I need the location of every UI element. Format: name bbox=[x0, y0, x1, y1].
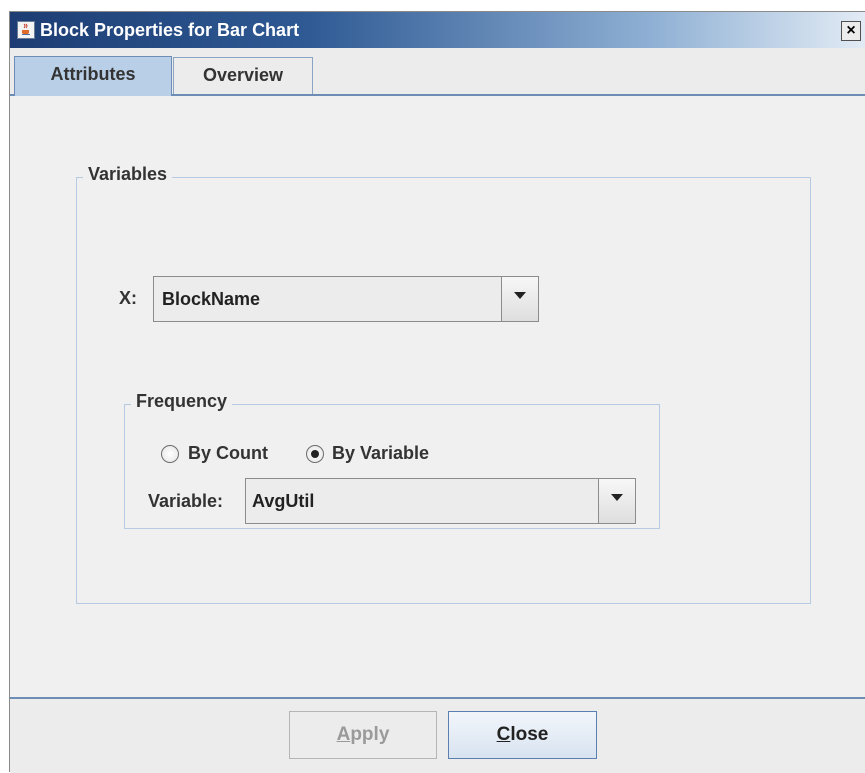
window-title: Block Properties for Bar Chart bbox=[40, 20, 300, 40]
title-bar[interactable]: Block Properties for Bar Chart × bbox=[10, 12, 865, 48]
java-coffee-cup-icon bbox=[17, 21, 35, 39]
frequency-group: Frequency By Count By Variable Variable:… bbox=[124, 391, 660, 529]
tab-overview[interactable]: Overview bbox=[173, 57, 313, 95]
apply-label-rest: pply bbox=[350, 724, 390, 745]
button-bar: Apply Close bbox=[10, 699, 865, 773]
x-label: X: bbox=[119, 288, 137, 308]
chevron-down-icon[interactable] bbox=[598, 479, 635, 523]
tab-attributes[interactable]: Attributes bbox=[14, 56, 172, 96]
x-variable-value: BlockName bbox=[162, 289, 261, 309]
close-mnemonic: C bbox=[496, 724, 511, 745]
frequency-variable-combobox[interactable]: AvgUtil bbox=[245, 478, 636, 524]
attributes-panel: Variables X: BlockName Frequency By Coun… bbox=[10, 94, 865, 699]
by-variable-label[interactable]: By Variable bbox=[332, 443, 429, 464]
variables-legend: Variables bbox=[83, 164, 173, 185]
by-count-radio[interactable] bbox=[161, 445, 179, 463]
by-count-label[interactable]: By Count bbox=[188, 443, 268, 464]
apply-mnemonic: A bbox=[336, 724, 351, 745]
variable-label: Variable: bbox=[148, 491, 224, 511]
dialog-window: Block Properties for Bar Chart × Attribu… bbox=[9, 11, 865, 773]
x-variable-combobox[interactable]: BlockName bbox=[153, 276, 539, 322]
close-button[interactable]: Close bbox=[448, 711, 597, 759]
by-variable-radio[interactable] bbox=[306, 445, 324, 463]
tab-strip: Attributes Overview bbox=[10, 49, 865, 96]
frequency-variable-value: AvgUtil bbox=[252, 491, 315, 511]
apply-button[interactable]: Apply bbox=[289, 711, 437, 759]
chevron-down-icon[interactable] bbox=[501, 277, 538, 321]
close-label-rest: lose bbox=[510, 724, 549, 745]
close-window-button[interactable]: × bbox=[841, 21, 861, 41]
frequency-legend: Frequency bbox=[131, 391, 233, 412]
variables-group: Variables X: BlockName Frequency By Coun… bbox=[76, 164, 811, 604]
